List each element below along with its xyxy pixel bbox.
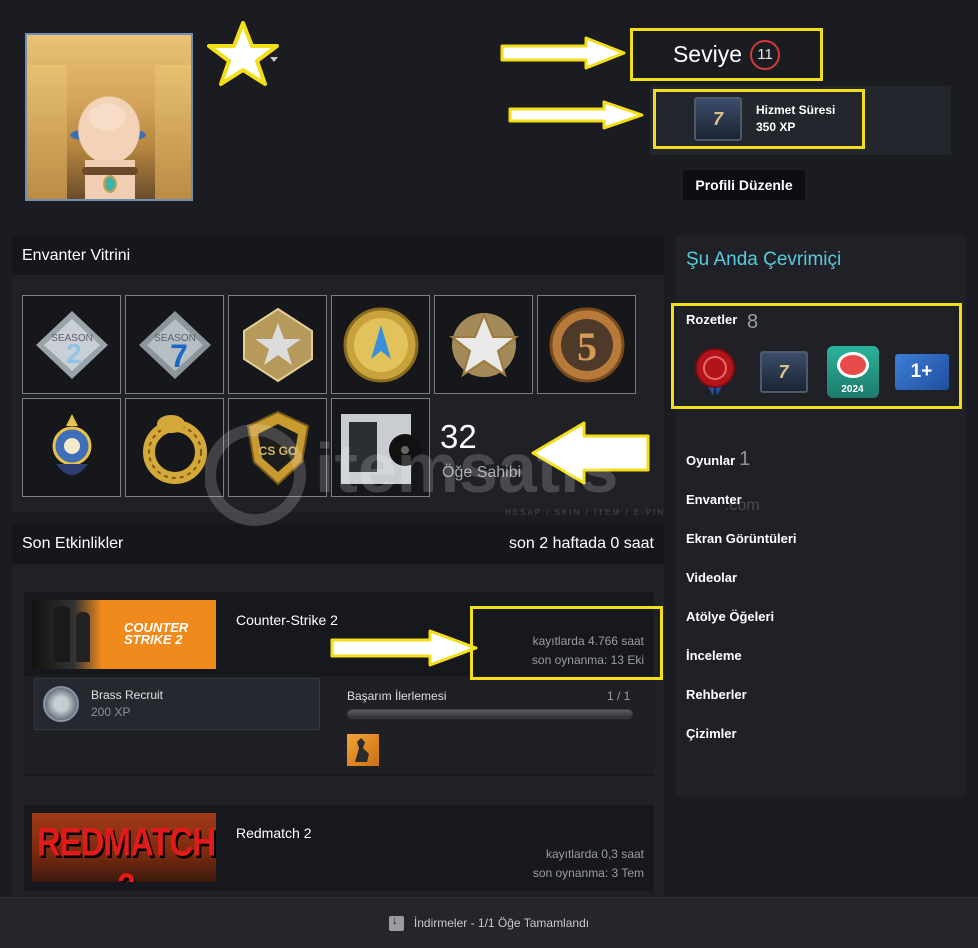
badge-years-of-service[interactable]: 7 bbox=[756, 345, 811, 399]
inventory-count[interactable]: 32 bbox=[440, 418, 477, 456]
badges-link[interactable]: Rozetler bbox=[686, 312, 737, 327]
sidebar-link-screenshots[interactable]: Ekran Görüntüleri bbox=[686, 531, 797, 546]
game-title-redmatch[interactable]: Redmatch 2 bbox=[236, 825, 311, 841]
badge-steam-2024[interactable]: 2024 bbox=[825, 345, 880, 399]
achievement-progress-label: Başarım İlerlemesi bbox=[347, 689, 447, 703]
showcase-item-5-year-coin[interactable]: 5 bbox=[537, 295, 636, 394]
featured-badge-xp: 350 XP bbox=[756, 120, 796, 134]
showcase-item-gold-coin[interactable] bbox=[331, 295, 430, 394]
hours-highlight-box bbox=[470, 606, 663, 680]
game-banner-cs2[interactable]: COUNTER STRIKE 2 bbox=[32, 600, 216, 669]
showcase-item-music-kit[interactable] bbox=[331, 398, 430, 497]
level-label: Seviye bbox=[672, 41, 743, 67]
achievement-name: Brass Recruit bbox=[91, 688, 164, 702]
svg-text:CS GO: CS GO bbox=[258, 444, 297, 458]
music-kit-icon bbox=[340, 413, 421, 484]
game-banner-redmatch[interactable]: REDMATCH 2 bbox=[32, 813, 216, 882]
badge-wax-seal[interactable] bbox=[687, 345, 742, 399]
showcase-item-gold-snake[interactable] bbox=[125, 398, 224, 497]
one-plus-icon: 1+ bbox=[894, 354, 949, 390]
gold-coin-icon bbox=[343, 307, 418, 382]
featured-badge[interactable]: 7 Hizmet Süresi 350 XP bbox=[653, 89, 865, 149]
achievement-xp: 200 XP bbox=[91, 705, 131, 719]
games-count: 1 bbox=[739, 448, 751, 470]
gold-shield-icon: CS GO bbox=[246, 410, 309, 485]
showcase-title: Envanter Vitrini bbox=[22, 246, 131, 264]
featured-badge-name: Hizmet Süresi bbox=[756, 103, 836, 117]
showcase-item-pin[interactable] bbox=[22, 398, 121, 497]
recent-activity: Son Etkinlikler son 2 haftada 0 saat COU… bbox=[12, 524, 664, 896]
achievement-brass-recruit[interactable]: Brass Recruit 200 XP bbox=[34, 678, 320, 730]
sidebar-link-artwork[interactable]: Çizimler bbox=[686, 726, 737, 741]
achievement-progress-count: 1 / 1 bbox=[607, 689, 631, 703]
achievement-icon bbox=[43, 686, 79, 722]
downloads-status: İndirmeler - 1/1 Öğe Tamamlandı bbox=[413, 916, 590, 930]
sidebar-link-workshop[interactable]: Atölye Öğeleri bbox=[686, 609, 774, 624]
badge-one-plus[interactable]: 1+ bbox=[894, 345, 949, 399]
svg-text:7: 7 bbox=[170, 338, 188, 374]
showcase-item-season-7-coin[interactable]: SEASON 7 bbox=[125, 295, 224, 394]
cs-achievement-icon[interactable] bbox=[347, 734, 379, 766]
steam-2024-icon: 2024 bbox=[826, 346, 879, 398]
inventory-count-label: Öğe Sahibi bbox=[442, 464, 522, 481]
game-title-cs2[interactable]: Counter-Strike 2 bbox=[236, 612, 338, 628]
annotation-arrow-icon bbox=[531, 421, 650, 485]
level-badge[interactable]: 11 bbox=[750, 39, 781, 70]
sidebar-link-games[interactable]: Oyunlar 1 bbox=[686, 448, 750, 471]
achievement-progress-bar bbox=[347, 709, 633, 719]
game-card-redmatch: REDMATCH 2 Redmatch 2 kayıtlarda 0,3 saa… bbox=[24, 805, 654, 896]
games-label: Oyunlar bbox=[686, 453, 736, 468]
online-status: Şu Anda Çevrimiçi bbox=[686, 249, 842, 270]
sidebar-link-guides[interactable]: Rehberler bbox=[686, 687, 747, 702]
wax-seal-icon bbox=[694, 348, 735, 396]
showcase-item-gold-shield[interactable]: CS GO bbox=[228, 398, 327, 497]
silver-star-icon bbox=[448, 311, 519, 377]
svg-text:2: 2 bbox=[66, 338, 82, 369]
annotation-arrow-icon bbox=[500, 36, 626, 70]
season-7-coin-icon: SEASON 7 bbox=[138, 310, 211, 379]
activity-summary: son 2 haftada 0 saat bbox=[509, 535, 654, 552]
years-of-service-icon: 7 bbox=[759, 351, 808, 393]
game-hours-redmatch: kayıtlarda 0,3 saat bbox=[545, 847, 644, 861]
cs2-banner-text: COUNTER STRIKE 2 bbox=[124, 620, 189, 647]
profile-level: Seviye 11 bbox=[630, 28, 823, 81]
showcase-item-star-medal[interactable] bbox=[228, 295, 327, 394]
showcase-item-season-2-coin[interactable]: SEASON 2 bbox=[22, 295, 121, 394]
five-year-veteran-icon: 5 bbox=[549, 307, 624, 382]
annotation-arrow-icon bbox=[508, 100, 644, 130]
annotation-arrow-icon bbox=[330, 629, 478, 667]
edit-profile-button[interactable]: Profili Düzenle bbox=[683, 170, 805, 200]
profile-avatar[interactable] bbox=[25, 33, 193, 201]
season-2-coin-icon: SEASON 2 bbox=[35, 310, 108, 379]
redmatch-banner-text: REDMATCH 2 bbox=[36, 819, 216, 882]
activity-title: Son Etkinlikler bbox=[22, 535, 124, 552]
sidebar-link-videos[interactable]: Videolar bbox=[686, 570, 737, 585]
game-last-played-redmatch: son oynanma: 3 Tem bbox=[532, 866, 644, 880]
years-of-service-icon: 7 bbox=[694, 97, 742, 141]
badges-count[interactable]: 8 bbox=[747, 311, 758, 334]
sidebar-link-inventory[interactable]: Envanter bbox=[686, 492, 742, 507]
gold-snake-icon bbox=[142, 414, 207, 484]
favorite-star-icon[interactable] bbox=[203, 17, 287, 87]
showcase-item-silver-star[interactable] bbox=[434, 295, 533, 394]
download-icon bbox=[388, 913, 404, 931]
achievement-progress-fill bbox=[348, 710, 632, 718]
downloads-bar[interactable]: İndirmeler - 1/1 Öğe Tamamlandı bbox=[0, 897, 978, 948]
star-medal-icon bbox=[242, 307, 313, 382]
chicken-pin-icon bbox=[52, 413, 91, 475]
chevron-down-icon bbox=[270, 57, 278, 62]
svg-text:5: 5 bbox=[577, 324, 597, 369]
sidebar-link-reviews[interactable]: İnceleme bbox=[686, 648, 742, 663]
